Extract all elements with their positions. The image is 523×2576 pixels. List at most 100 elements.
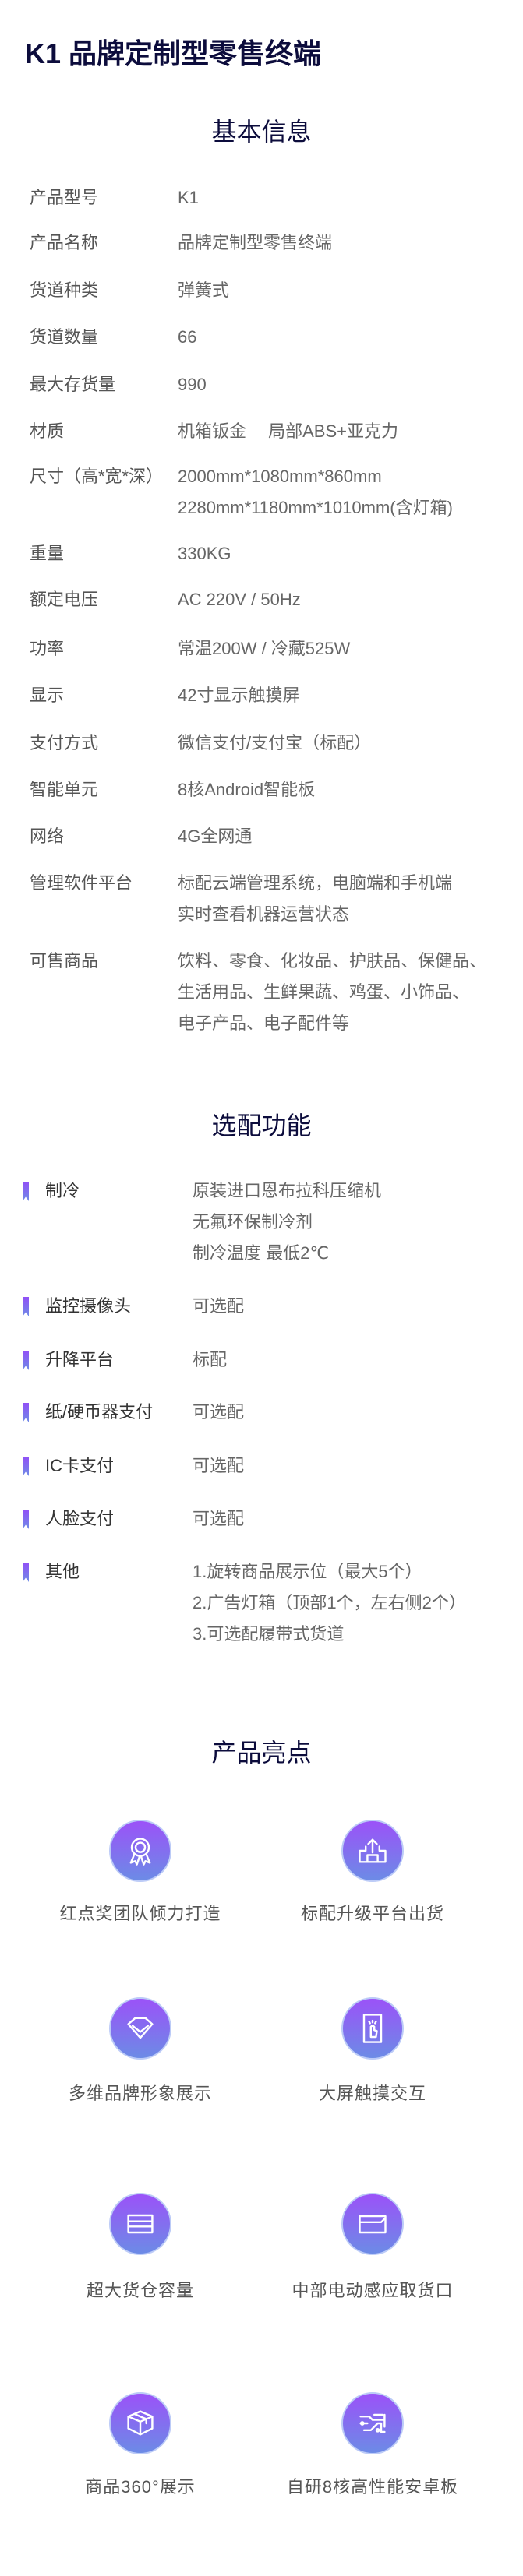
spec-value: 微信支付/支付宝（标配） <box>178 733 372 752</box>
label-underline <box>23 338 102 341</box>
spec-label: 可售商品 <box>23 946 102 977</box>
label-underline <box>23 650 68 653</box>
bookmark-icon <box>23 1297 29 1316</box>
pickup-port-icon <box>341 2193 404 2255</box>
spec-label-text: 显示 <box>23 685 68 705</box>
spec-label: 尺寸（高*宽*深） <box>23 461 167 492</box>
label-underline <box>23 432 68 435</box>
option-value: 标配 <box>193 1350 228 1369</box>
spec-label: 支付方式 <box>23 728 102 759</box>
label-underline <box>23 791 102 794</box>
bookmark-icon <box>23 1182 29 1201</box>
spec-label-text: 产品型号 <box>23 188 102 207</box>
section-heading-basic-info: 基本信息 <box>211 118 312 146</box>
spec-value: 66 <box>178 327 197 347</box>
spec-label: 货道数量 <box>23 322 102 353</box>
spec-label: 材质 <box>23 416 68 447</box>
spec-label: 功率 <box>23 633 68 664</box>
highlight-label: 标配升级平台出货 <box>300 1904 444 1923</box>
spec-label: 产品名称 <box>23 227 102 259</box>
storage-shelves-icon <box>109 2193 171 2255</box>
spec-value: 品牌定制型零售终端 <box>178 233 333 252</box>
highlight-label: 超大货仓容量 <box>86 2281 194 2300</box>
spec-label-text: 材质 <box>23 421 68 441</box>
cube-icon <box>109 2392 171 2454</box>
spec-label-text: 重量 <box>23 544 68 563</box>
award-ribbon-icon <box>109 1820 171 1882</box>
spec-label: 货道种类 <box>23 275 102 306</box>
spec-label-text: 支付方式 <box>23 733 102 752</box>
option-label: 监控摄像头 <box>45 1296 132 1316</box>
bookmark-icon <box>23 1563 29 1582</box>
spec-label-text: 货道种类 <box>23 280 102 300</box>
spec-value: 常温200W / 冷藏525W <box>178 639 351 658</box>
spec-label-text: 管理软件平台 <box>23 873 136 893</box>
label-underline <box>23 477 167 481</box>
spec-value: 2280mm*1180mm*1010mm(含灯箱) <box>178 498 453 517</box>
option-value: 可选配 <box>193 1296 245 1316</box>
spec-value: 生活用品、生鲜果蔬、鸡蛋、小饰品、 <box>178 982 470 1002</box>
spec-value: 4G全网通 <box>178 826 253 846</box>
spec-label-text: 尺寸（高*宽*深） <box>23 467 167 486</box>
spec-value: 330KG <box>178 544 231 563</box>
spec-value: 42寸显示触摸屏 <box>178 685 300 705</box>
bookmark-icon <box>23 1457 29 1476</box>
spec-label-text: 可售商品 <box>23 951 102 971</box>
option-value: 制冷温度 最低2℃ <box>193 1243 330 1263</box>
spec-value: 990 <box>178 375 207 394</box>
spec-label-text: 功率 <box>23 639 68 658</box>
label-underline <box>23 291 102 294</box>
spec-value: 8核Android智能板 <box>178 780 316 799</box>
highlight-label: 大屏触摸交互 <box>318 2084 426 2103</box>
spec-value: AC 220V / 50Hz <box>178 590 301 609</box>
bookmark-icon <box>23 1351 29 1370</box>
option-value: 无氟环保制冷剂 <box>193 1212 313 1232</box>
spec-label: 智能单元 <box>23 774 102 805</box>
spec-value: K1 <box>178 188 199 207</box>
highlight-label: 商品360°展示 <box>85 2477 196 2497</box>
option-label: 制冷 <box>45 1181 80 1200</box>
spec-label: 网络 <box>23 821 68 852</box>
spec-value: 机箱钣金 局部ABS+亚克力 <box>178 421 398 441</box>
spec-value: 饮料、零食、化妆品、护肤品、保健品、 <box>178 951 487 971</box>
option-label: 升降平台 <box>45 1350 115 1369</box>
option-label: 人脸支付 <box>45 1509 115 1528</box>
spec-label: 显示 <box>23 680 68 711</box>
spec-label-text: 网络 <box>23 826 68 846</box>
option-label: 纸/硬币器支付 <box>45 1402 154 1422</box>
option-value: 可选配 <box>193 1402 245 1422</box>
bookmark-icon <box>23 1510 29 1529</box>
spec-label: 重量 <box>23 538 68 569</box>
option-value: 3.可选配履带式货道 <box>193 1624 345 1644</box>
option-label: 其他 <box>45 1562 80 1581</box>
bookmark-icon <box>23 1403 29 1422</box>
label-underline <box>23 837 68 840</box>
box-upload-icon <box>341 1820 404 1882</box>
spec-value: 标配云端管理系统，电脑端和手机端 <box>178 873 453 893</box>
spec-label: 最大存货量 <box>23 369 119 400</box>
spec-label-text: 货道数量 <box>23 327 102 347</box>
label-underline <box>23 199 102 202</box>
label-underline <box>23 696 68 700</box>
label-underline <box>23 555 68 558</box>
highlight-label: 红点奖团队倾力打造 <box>59 1904 221 1923</box>
spec-label: 产品型号 <box>23 182 102 213</box>
label-underline <box>23 244 102 247</box>
label-underline <box>23 884 136 887</box>
page-title: K1 品牌定制型零售终端 <box>25 37 322 69</box>
highlight-label: 自研8核高性能安卓板 <box>286 2477 459 2497</box>
option-value: 1.旋转商品展示位（最大5个） <box>193 1562 422 1581</box>
spec-value: 实时查看机器运营状态 <box>178 904 350 924</box>
option-value: 可选配 <box>193 1456 245 1475</box>
option-value: 可选配 <box>193 1509 245 1528</box>
option-value: 原装进口恩布拉科压缩机 <box>193 1181 382 1200</box>
spec-label-text: 产品名称 <box>23 233 102 252</box>
label-underline <box>23 386 119 389</box>
spec-label: 管理软件平台 <box>23 868 136 899</box>
label-underline <box>23 962 102 965</box>
spec-value: 2000mm*1080mm*860mm <box>178 467 382 486</box>
label-underline <box>23 601 102 604</box>
highlight-label: 多维品牌形象展示 <box>68 2084 212 2103</box>
section-heading-options: 选配功能 <box>211 1112 312 1140</box>
highlight-label: 中部电动感应取货口 <box>292 2281 454 2300</box>
